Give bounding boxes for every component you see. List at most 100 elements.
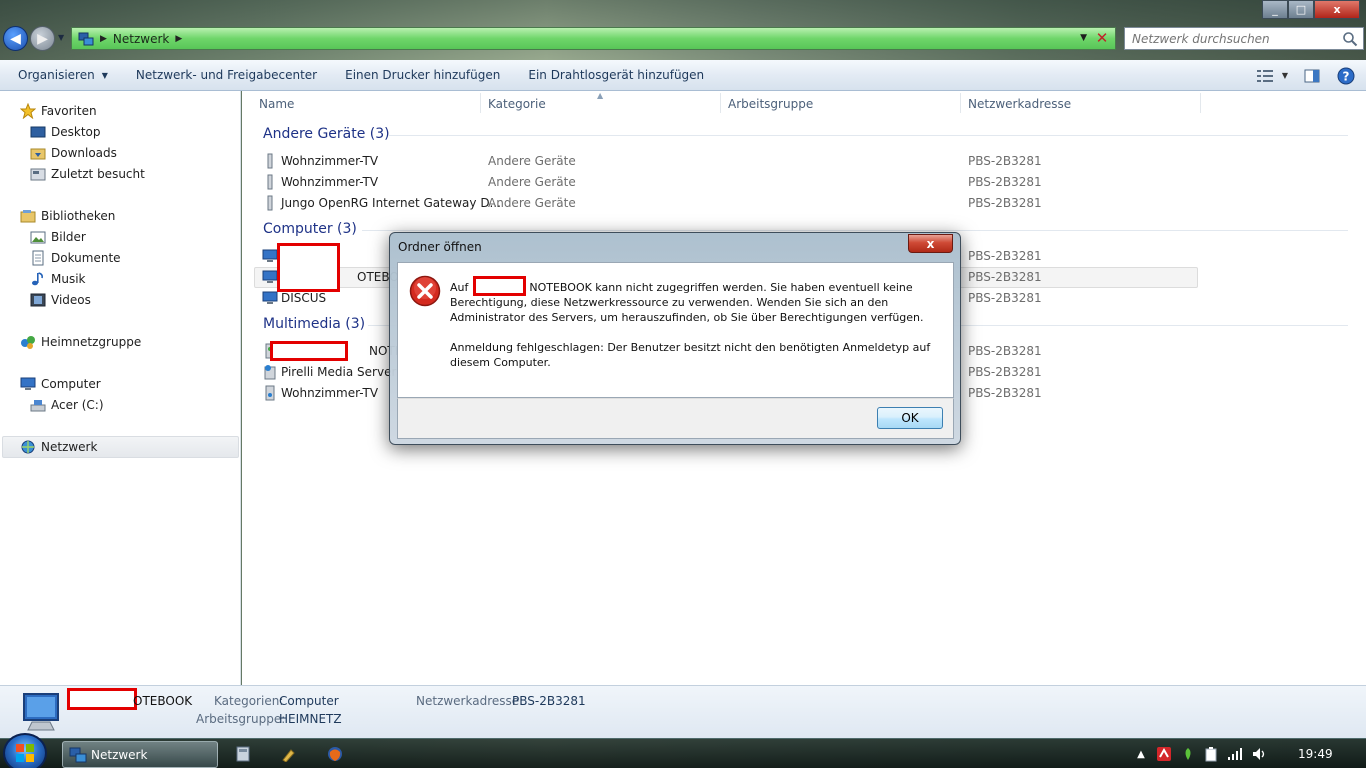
stop-icon[interactable]: ✕ bbox=[1092, 29, 1112, 48]
show-hidden-icons[interactable]: ▲ bbox=[1133, 746, 1149, 762]
nav-pictures-label: Bilder bbox=[51, 229, 86, 244]
start-button[interactable] bbox=[3, 733, 47, 768]
close-window-button[interactable]: x bbox=[1314, 0, 1360, 19]
volume-icon[interactable] bbox=[1251, 746, 1267, 762]
device-icon bbox=[262, 153, 278, 169]
calculator-icon[interactable] bbox=[235, 746, 251, 762]
details-pane: OTEBOOK Kategorien: Computer Arbeitsgrup… bbox=[0, 685, 1366, 738]
tools-icon[interactable] bbox=[281, 746, 297, 762]
group-header-other-devices[interactable]: Andere Geräte (3) bbox=[263, 126, 390, 142]
search-input[interactable] bbox=[1132, 31, 1342, 46]
list-item[interactable]: Wohnzimmer-TV Andere Geräte PBS-2B3281 bbox=[242, 151, 1366, 172]
ok-button[interactable]: OK bbox=[877, 407, 943, 429]
forward-button[interactable]: ▶ bbox=[30, 26, 55, 51]
details-address-label: Netzwerkadresse: bbox=[416, 694, 524, 708]
organize-label: Organisieren bbox=[18, 68, 95, 82]
organize-button[interactable]: Organisieren ▼ bbox=[0, 60, 122, 91]
back-button[interactable]: ◀ bbox=[3, 26, 28, 51]
media-server-icon bbox=[262, 364, 278, 380]
nav-downloads[interactable]: Downloads bbox=[30, 142, 117, 163]
group-header-computer[interactable]: Computer (3) bbox=[263, 221, 357, 237]
minimize-button[interactable]: _ bbox=[1262, 0, 1288, 19]
nav-desktop[interactable]: Desktop bbox=[30, 121, 101, 142]
address-bar[interactable]: ▶ Netzwerk ▶ ▼ ✕ bbox=[71, 27, 1116, 50]
nav-homegroup[interactable]: Heimnetzgruppe bbox=[20, 331, 141, 352]
error-dialog: Ordner öffnen x Auf NOTEBOOK kann nicht … bbox=[389, 232, 961, 445]
breadcrumb-separator[interactable]: ▶ bbox=[175, 34, 182, 44]
column-divider[interactable] bbox=[960, 93, 961, 113]
taskbar-item-network[interactable]: Netzwerk bbox=[62, 741, 218, 768]
details-workgroup-value: HEIMNETZ bbox=[279, 712, 342, 726]
nav-drive-c[interactable]: Acer (C:) bbox=[30, 394, 104, 415]
navigation-pane: Favoriten Desktop Downloads Zuletzt besu… bbox=[0, 91, 241, 685]
list-item[interactable]: Wohnzimmer-TV Andere Geräte PBS-2B3281 bbox=[242, 172, 1366, 193]
computer-icon bbox=[262, 269, 278, 285]
recent-places-icon bbox=[30, 166, 46, 182]
taskbar-item-label: Netzwerk bbox=[91, 747, 148, 762]
nav-pictures[interactable]: Bilder bbox=[30, 226, 86, 247]
homegroup-icon bbox=[20, 334, 36, 350]
item-address: PBS-2B3281 bbox=[968, 249, 1042, 263]
nav-videos[interactable]: Videos bbox=[30, 289, 91, 310]
computer-icon bbox=[262, 248, 278, 264]
pictures-icon bbox=[30, 229, 46, 245]
address-history-dropdown[interactable]: ▼ bbox=[1080, 33, 1087, 43]
nav-computer[interactable]: Computer bbox=[20, 373, 101, 394]
item-name: Jungo OpenRG Internet Gateway D... bbox=[281, 196, 501, 210]
dialog-message-line2: Anmeldung fehlgeschlagen: Der Benutzer b… bbox=[450, 341, 931, 369]
title-bar: _ □ x ◀ ▶ ▼ ▶ Netzwerk ▶ ▼ ✕ bbox=[0, 0, 1366, 60]
details-categories-value: Computer bbox=[279, 694, 339, 708]
help-icon: ? bbox=[1337, 67, 1355, 84]
nav-libraries[interactable]: Bibliotheken bbox=[20, 205, 115, 226]
view-options-button[interactable]: ▼ bbox=[1252, 65, 1292, 87]
search-box[interactable] bbox=[1124, 27, 1364, 50]
nav-network-label: Netzwerk bbox=[41, 439, 98, 454]
clock[interactable]: 19:49 bbox=[1298, 747, 1333, 761]
breadcrumb-network[interactable]: Netzwerk bbox=[113, 32, 169, 46]
help-button[interactable]: ? bbox=[1332, 65, 1360, 87]
group-header-multimedia[interactable]: Multimedia (3) bbox=[263, 316, 365, 332]
dialog-message-prefix: Auf bbox=[450, 281, 469, 294]
column-divider[interactable] bbox=[1200, 93, 1201, 113]
nav-recent[interactable]: Zuletzt besucht bbox=[30, 163, 145, 184]
dialog-close-button[interactable]: x bbox=[908, 234, 953, 253]
breadcrumb-separator[interactable]: ▶ bbox=[100, 34, 107, 44]
column-divider[interactable] bbox=[480, 93, 481, 113]
search-icon[interactable] bbox=[1342, 31, 1358, 47]
column-divider[interactable] bbox=[720, 93, 721, 113]
nav-computer-label: Computer bbox=[41, 376, 101, 391]
nav-network[interactable]: Netzwerk bbox=[20, 436, 97, 457]
command-bar: Organisieren ▼ Netzwerk- und Freigabecen… bbox=[0, 60, 1366, 91]
column-header-name[interactable]: Name bbox=[259, 91, 479, 116]
nav-documents[interactable]: Dokumente bbox=[30, 247, 121, 268]
nav-desktop-label: Desktop bbox=[51, 124, 101, 139]
media-device-icon bbox=[262, 385, 278, 401]
recent-pages-dropdown[interactable]: ▼ bbox=[58, 33, 64, 42]
security-icon[interactable] bbox=[1156, 746, 1172, 762]
nav-music[interactable]: Musik bbox=[30, 268, 86, 289]
add-printer-button[interactable]: Einen Drucker hinzufügen bbox=[331, 60, 514, 91]
redaction-box bbox=[473, 276, 526, 296]
item-address: PBS-2B3281 bbox=[968, 270, 1042, 284]
item-name: DISCUS bbox=[281, 291, 327, 305]
nav-drive-c-label: Acer (C:) bbox=[51, 397, 104, 412]
list-item[interactable]: Jungo OpenRG Internet Gateway D... Ander… bbox=[242, 193, 1366, 214]
firefox-icon[interactable] bbox=[327, 746, 343, 762]
nav-favorites[interactable]: Favoriten bbox=[20, 100, 97, 121]
desktop-icon bbox=[30, 124, 46, 140]
network-signal-icon[interactable] bbox=[1227, 746, 1243, 762]
device-icon bbox=[262, 174, 278, 190]
item-category: Andere Geräte bbox=[488, 196, 576, 210]
column-header-category[interactable]: Kategorie bbox=[488, 91, 718, 116]
nav-favorites-label: Favoriten bbox=[41, 103, 97, 118]
music-icon bbox=[30, 271, 46, 287]
maximize-button[interactable]: □ bbox=[1288, 0, 1314, 19]
preview-pane-button[interactable] bbox=[1298, 65, 1326, 87]
column-header-address[interactable]: Netzwerkadresse bbox=[968, 91, 1198, 116]
column-header-workgroup[interactable]: Arbeitsgruppe bbox=[728, 91, 958, 116]
network-center-button[interactable]: Netzwerk- und Freigabecenter bbox=[122, 60, 331, 91]
add-wireless-button[interactable]: Ein Drahtlosgerät hinzufügen bbox=[514, 60, 718, 91]
details-item-name: OTEBOOK bbox=[133, 694, 193, 708]
power-plug-icon[interactable] bbox=[1180, 746, 1196, 762]
battery-icon[interactable] bbox=[1203, 746, 1219, 762]
